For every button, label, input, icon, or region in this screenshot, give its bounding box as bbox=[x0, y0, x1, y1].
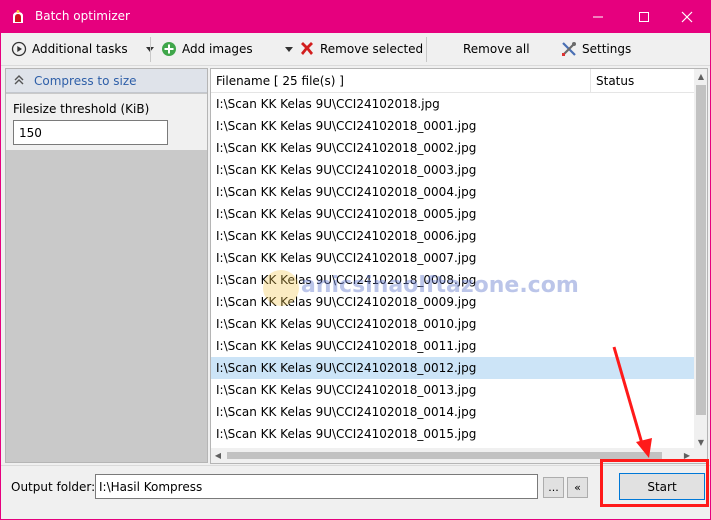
chevron-down-icon[interactable] bbox=[285, 46, 293, 52]
double-chevron-up-icon[interactable] bbox=[14, 74, 24, 86]
file-row[interactable]: I:\Scan KK Kelas 9U\CCI24102018_0007.jpg bbox=[211, 247, 694, 269]
compress-to-size-body: Filesize threshold (KiB) bbox=[6, 94, 207, 150]
file-row[interactable]: I:\Scan KK Kelas 9U\CCI24102018_0013.jpg bbox=[211, 379, 694, 401]
start-button[interactable]: Start bbox=[619, 473, 705, 500]
scroll-left-icon[interactable]: ◀ bbox=[211, 448, 225, 463]
toolbar-divider bbox=[150, 37, 151, 62]
vertical-scroll-thumb[interactable] bbox=[696, 85, 706, 415]
additional-tasks-button[interactable]: Additional tasks bbox=[11, 33, 154, 65]
file-row[interactable]: I:\Scan KK Kelas 9U\CCI24102018_0015.jpg bbox=[211, 423, 694, 445]
scroll-corner bbox=[694, 449, 707, 463]
red-x-icon bbox=[299, 41, 315, 57]
maximize-icon bbox=[639, 12, 649, 22]
add-circle-icon bbox=[161, 41, 177, 57]
compress-to-size-label: Compress to size bbox=[34, 74, 137, 88]
output-folder-label: Output folder: bbox=[11, 480, 96, 494]
file-row[interactable]: I:\Scan KK Kelas 9U\CCI24102018_0014.jpg bbox=[211, 401, 694, 423]
filesize-threshold-label: Filesize threshold (KiB) bbox=[13, 102, 150, 116]
remove-selected-button[interactable]: Remove selected bbox=[285, 33, 423, 65]
collapse-button[interactable]: « bbox=[567, 477, 588, 498]
file-row[interactable]: I:\Scan KK Kelas 9U\CCI24102018_0003.jpg bbox=[211, 159, 694, 181]
file-row[interactable]: I:\Scan KK Kelas 9U\CCI24102018_0008.jpg bbox=[211, 269, 694, 291]
vertical-scrollbar[interactable]: ▲ ▼ bbox=[694, 69, 707, 449]
compress-to-size-header[interactable]: Compress to size bbox=[6, 69, 207, 93]
file-list: Filename [ 25 file(s) ] Status I:\Scan K… bbox=[210, 68, 708, 464]
settings-button[interactable]: Settings bbox=[561, 33, 631, 65]
file-row[interactable]: I:\Scan KK Kelas 9U\CCI24102018_0012.jpg bbox=[211, 357, 694, 379]
minimize-icon bbox=[593, 16, 603, 18]
remove-all-button[interactable]: Remove all bbox=[463, 33, 530, 65]
browse-button[interactable]: ... bbox=[543, 477, 564, 498]
column-divider[interactable] bbox=[590, 69, 591, 93]
output-bar: Output folder: ... « Start bbox=[1, 465, 710, 505]
status-column-header[interactable]: Status bbox=[596, 74, 634, 88]
maximize-button[interactable] bbox=[621, 1, 667, 33]
file-row[interactable]: I:\Scan KK Kelas 9U\CCI24102018.jpg bbox=[211, 93, 694, 115]
horizontal-scroll-thumb[interactable] bbox=[227, 452, 662, 459]
additional-tasks-label: Additional tasks bbox=[32, 42, 128, 56]
tasks-panel: Compress to size Filesize threshold (KiB… bbox=[5, 68, 208, 463]
tools-icon bbox=[561, 41, 577, 57]
toolbar: Additional tasks Add images Remove selec… bbox=[1, 33, 710, 66]
file-row[interactable]: I:\Scan KK Kelas 9U\CCI24102018_0010.jpg bbox=[211, 313, 694, 335]
window-title: Batch optimizer bbox=[35, 9, 130, 23]
toolbar-divider bbox=[426, 37, 427, 62]
scroll-right-icon[interactable]: ▶ bbox=[680, 448, 694, 463]
remove-all-label: Remove all bbox=[463, 42, 530, 56]
file-row[interactable]: I:\Scan KK Kelas 9U\CCI24102018_0011.jpg bbox=[211, 335, 694, 357]
filename-column-header[interactable]: Filename [ 25 file(s) ] bbox=[216, 74, 344, 88]
add-images-label: Add images bbox=[182, 42, 253, 56]
title-bar: Batch optimizer bbox=[1, 1, 710, 33]
remove-selected-label: Remove selected bbox=[320, 42, 424, 56]
filesize-threshold-input[interactable] bbox=[13, 120, 168, 145]
file-rows: I:\Scan KK Kelas 9U\CCI24102018.jpg I:\Sc… bbox=[211, 93, 694, 448]
file-row[interactable]: I:\Scan KK Kelas 9U\CCI24102018_0001.jpg bbox=[211, 115, 694, 137]
output-folder-input[interactable] bbox=[95, 474, 538, 499]
status-strip bbox=[1, 506, 710, 519]
file-row[interactable]: I:\Scan KK Kelas 9U\CCI24102018_0004.jpg bbox=[211, 181, 694, 203]
file-row[interactable]: I:\Scan KK Kelas 9U\CCI24102018_0005.jpg bbox=[211, 203, 694, 225]
file-row[interactable]: I:\Scan KK Kelas 9U\CCI24102018_0006.jpg bbox=[211, 225, 694, 247]
settings-label: Settings bbox=[582, 42, 632, 56]
horizontal-scrollbar[interactable]: ◀ ▶ bbox=[211, 448, 694, 463]
scroll-up-icon[interactable]: ▲ bbox=[694, 69, 707, 83]
file-row[interactable]: I:\Scan KK Kelas 9U\CCI24102018_0002.jpg bbox=[211, 137, 694, 159]
close-icon bbox=[681, 11, 693, 23]
play-circle-icon bbox=[11, 41, 27, 57]
app-icon bbox=[10, 9, 26, 25]
minimize-button[interactable] bbox=[575, 1, 621, 33]
file-list-header: Filename [ 25 file(s) ] Status bbox=[211, 69, 694, 93]
add-images-button[interactable]: Add images bbox=[161, 33, 253, 65]
close-button[interactable] bbox=[664, 1, 710, 33]
batch-optimizer-window: Batch optimizer Additional tasks Add ima… bbox=[0, 0, 711, 520]
file-row[interactable]: I:\Scan KK Kelas 9U\CCI24102018_0009.jpg bbox=[211, 291, 694, 313]
scroll-down-icon[interactable]: ▼ bbox=[694, 435, 707, 449]
